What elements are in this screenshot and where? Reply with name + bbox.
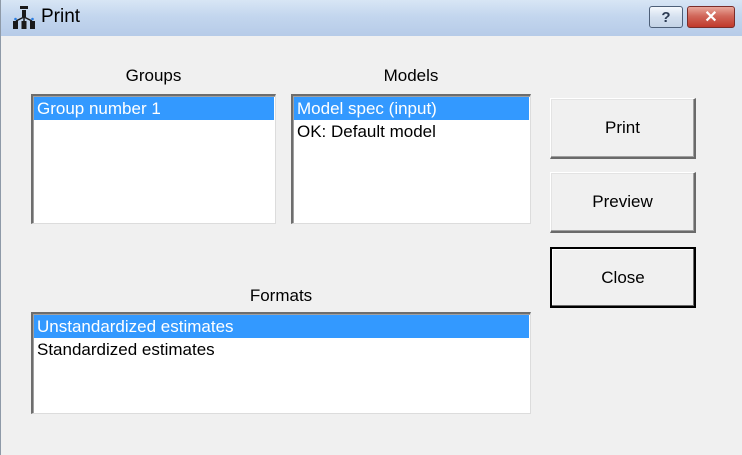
formats-listbox[interactable]: Unstandardized estimates Standardized es… (31, 312, 531, 414)
window-close-button[interactable]: ✕ (687, 6, 735, 28)
preview-button[interactable]: Preview (550, 172, 696, 233)
close-button[interactable]: Close (550, 247, 696, 308)
formats-label: Formats (249, 286, 313, 305)
title-bar[interactable]: Print ? ✕ (1, 0, 742, 36)
help-icon: ? (661, 8, 671, 26)
amos-path-diagram-icon (13, 6, 35, 29)
formats-list-item[interactable]: Standardized estimates (34, 338, 529, 361)
print-button-label: Print (605, 118, 640, 137)
close-icon: ✕ (704, 9, 718, 26)
close-button-label: Close (601, 267, 645, 287)
models-label: Models (383, 66, 439, 85)
print-dialog: Print ? ✕ Groups Group number 1 Models M… (0, 0, 742, 455)
groups-label: Groups (125, 66, 182, 85)
models-list-item[interactable]: Model spec (input) (294, 97, 529, 120)
groups-listbox[interactable]: Group number 1 (31, 94, 276, 224)
models-listbox[interactable]: Model spec (input) OK: Default model (291, 94, 531, 224)
models-list-item[interactable]: OK: Default model (294, 120, 529, 143)
window-title: Print (41, 6, 81, 27)
preview-button-label: Preview (592, 192, 653, 211)
print-button[interactable]: Print (550, 98, 696, 159)
groups-list-item[interactable]: Group number 1 (34, 97, 274, 120)
formats-list-item[interactable]: Unstandardized estimates (34, 315, 529, 338)
help-button[interactable]: ? (649, 6, 683, 28)
